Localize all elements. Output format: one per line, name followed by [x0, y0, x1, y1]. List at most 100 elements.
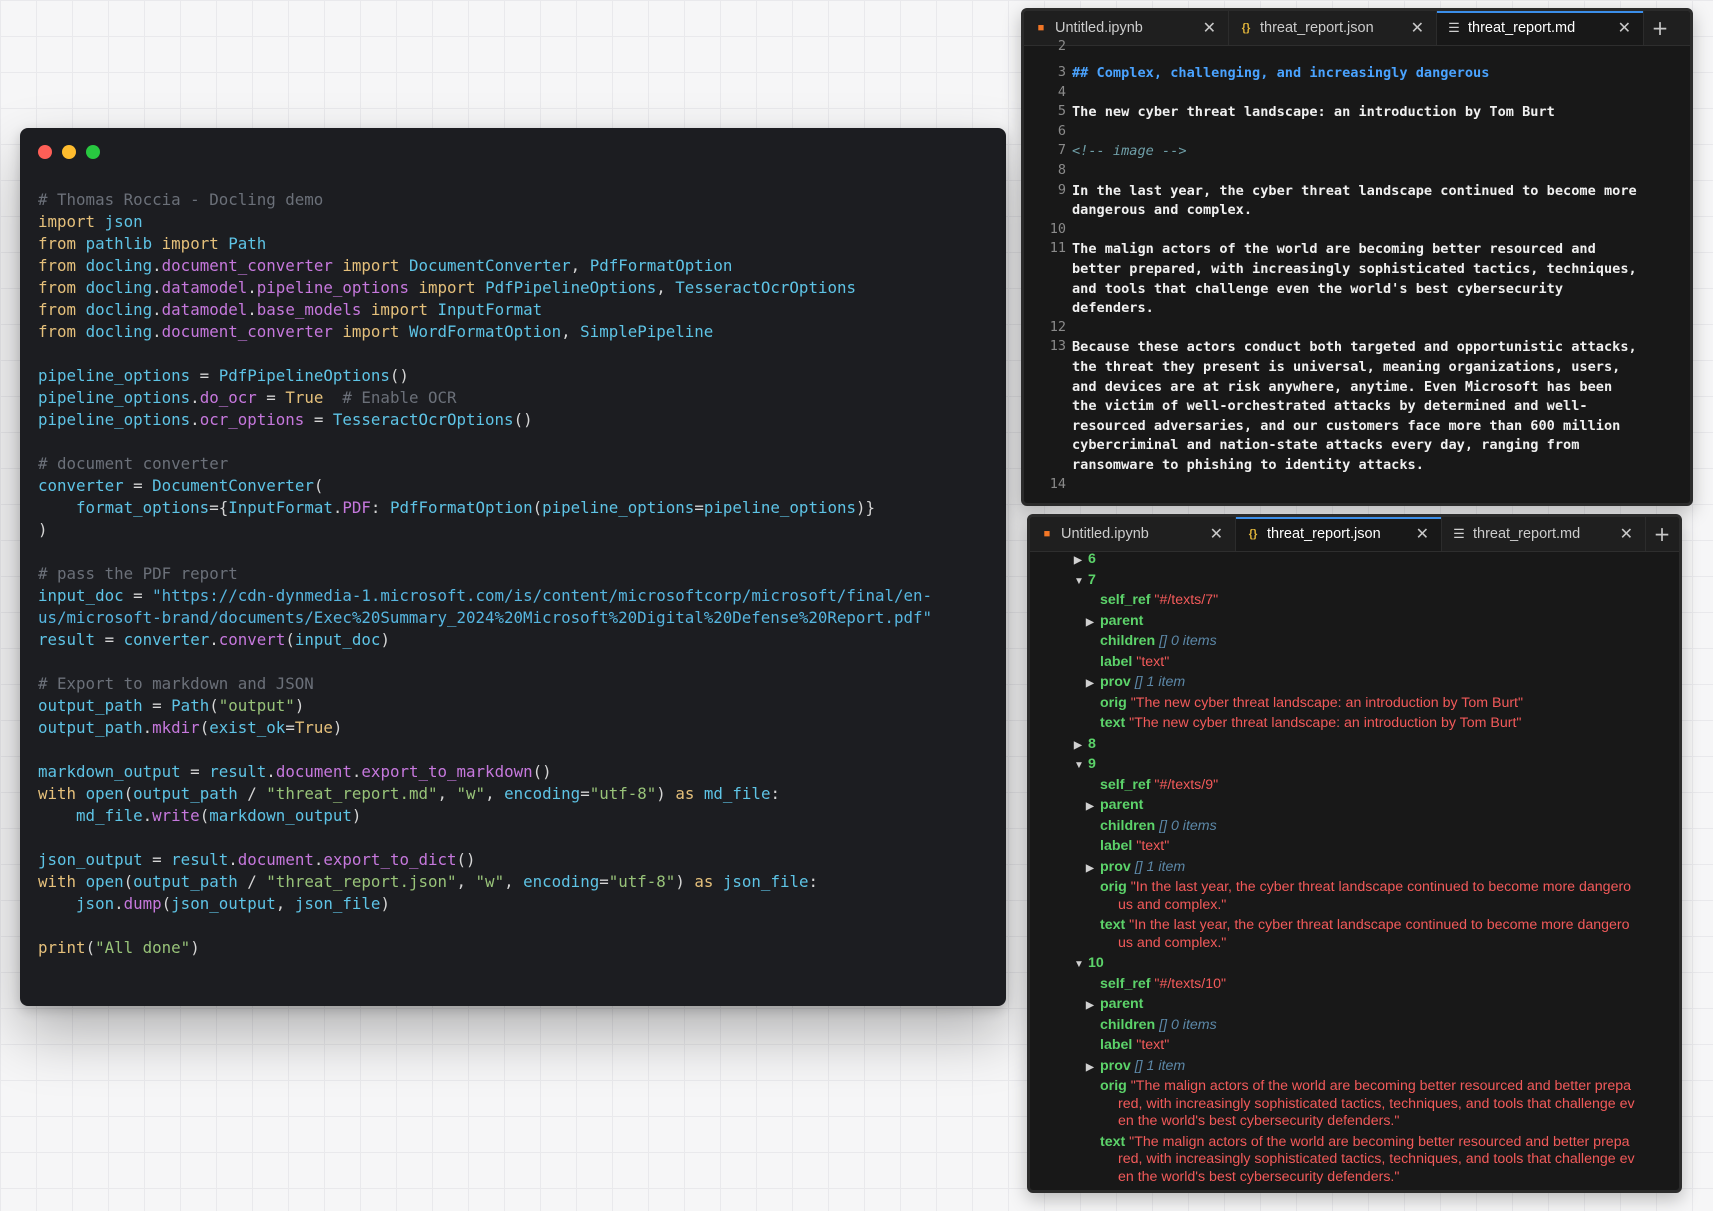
add-tab-button[interactable]: + — [1644, 11, 1676, 45]
add-tab-button[interactable]: + — [1646, 517, 1678, 551]
code-token: pipeline_options — [38, 410, 191, 429]
collapse-arrow-icon[interactable]: ▼ — [1074, 756, 1088, 776]
close-icon[interactable]: ✕ — [1411, 18, 1424, 38]
tab-untitled-ipynb[interactable]: ■ Untitled.ipynb ✕ — [1030, 517, 1236, 551]
tab-threat-report-md[interactable]: ☰ threat_report.md ✕ — [1437, 11, 1644, 45]
markdown-text: In the last year, the cyber threat lands… — [1072, 182, 1637, 199]
json-node: label "text" — [1086, 1035, 1169, 1055]
line-number: 4 — [1057, 83, 1066, 100]
json-key: prov — [1100, 1057, 1131, 1074]
code-token: ocr_options — [199, 410, 305, 429]
code-token: "threat_report.json" — [266, 872, 457, 891]
json-viewer-body[interactable]: ▶ 6 ▼ 7 self_ref "#/texts/7" ▶ parent children … — [1030, 551, 1679, 1190]
json-node[interactable]: ▶ parent — [1086, 994, 1143, 1016]
tab-threat-report-json[interactable]: {} threat_report.json ✕ — [1236, 517, 1442, 551]
json-array-meta: [] 0 items — [1155, 1016, 1217, 1033]
json-node[interactable]: ▶ 6 — [1074, 549, 1096, 571]
code-token: # document converter — [38, 454, 229, 473]
close-icon[interactable]: ✕ — [1210, 524, 1223, 544]
code-token: json_file — [294, 894, 381, 913]
expand-arrow-icon[interactable]: ▶ — [1086, 859, 1100, 879]
code-token: InputFormat — [228, 498, 333, 517]
json-node[interactable]: ▶ parent — [1086, 795, 1143, 817]
expand-arrow-icon[interactable]: ▶ — [1074, 736, 1088, 756]
code-token: InputFormat — [437, 300, 543, 319]
code-token: datamodel — [161, 278, 248, 297]
code-line: md_file.write(markdown_output) — [38, 805, 996, 827]
json-node[interactable]: ▼ 7 — [1074, 570, 1096, 592]
code-token: with — [38, 872, 77, 891]
code-token: = — [304, 410, 333, 429]
json-string-value: "In the last year, the cyber threat land… — [1125, 917, 1630, 933]
markdown-text: and devices are at risk anywhere, anytim… — [1072, 378, 1613, 395]
json-node[interactable]: ▼ 10 — [1074, 953, 1104, 975]
code-token: result — [209, 762, 267, 781]
code-token: base_models — [256, 300, 362, 319]
code-token: ( — [199, 718, 210, 737]
expand-arrow-icon[interactable]: ▶ — [1086, 996, 1100, 1016]
code-token: open — [85, 872, 124, 891]
code-token: from — [38, 322, 77, 341]
markdown-text: dangerous and complex. — [1072, 202, 1253, 219]
code-token: ( — [532, 498, 543, 517]
close-icon[interactable]: ✕ — [1618, 18, 1631, 38]
code-token: with — [38, 784, 77, 803]
markdown-editor-body[interactable]: 2 3 ## Complex, challenging, and increasi… — [1024, 38, 1690, 503]
code-token: Path — [171, 696, 210, 715]
code-line: with open(output_path / "threat_report.j… — [38, 871, 996, 893]
code-token: json — [104, 212, 143, 231]
code-token: Path — [228, 234, 267, 253]
json-key: parent — [1100, 612, 1144, 629]
json-node[interactable]: ▶ 8 — [1074, 734, 1096, 756]
code-token: convert — [218, 630, 286, 649]
expand-arrow-icon[interactable]: ▶ — [1086, 797, 1100, 817]
json-string-value: "#/texts/7" — [1150, 592, 1219, 608]
json-string-value: "The malign actors of the world are beco… — [1125, 1133, 1630, 1150]
code-block[interactable]: # Thomas Roccia - Docling demo import jso… — [38, 189, 996, 959]
collapse-arrow-icon[interactable]: ▼ — [1074, 955, 1088, 975]
code-token: output_path — [133, 784, 238, 803]
json-node[interactable]: ▼ 9 — [1074, 754, 1096, 776]
json-node[interactable]: ▶ prov [] 1 item — [1086, 1056, 1185, 1078]
code-token: ( — [313, 476, 324, 495]
close-window-button[interactable] — [38, 145, 52, 159]
json-node[interactable]: ▶ prov [] 1 item — [1086, 857, 1185, 879]
markdown-icon: ☰ — [1453, 526, 1465, 541]
json-node[interactable]: ▶ parent — [1086, 611, 1143, 633]
code-token: : — [770, 784, 780, 803]
code-token: () — [456, 850, 476, 869]
tab-threat-report-md[interactable]: ☰ threat_report.md ✕ — [1442, 517, 1646, 551]
minimize-window-button[interactable] — [62, 145, 76, 159]
code-token: ) — [380, 630, 390, 649]
zoom-window-button[interactable] — [86, 145, 100, 159]
expand-arrow-icon[interactable]: ▶ — [1086, 613, 1100, 633]
code-token: json_output — [171, 894, 276, 913]
json-string-continuation: en the world's best cybersecurity defend… — [1118, 1168, 1400, 1185]
code-token: result — [38, 630, 96, 649]
close-icon[interactable]: ✕ — [1203, 18, 1216, 38]
json-node[interactable]: ▶ prov [] 1 item — [1086, 672, 1185, 694]
expand-arrow-icon[interactable]: ▶ — [1086, 1058, 1100, 1078]
code-token: output_path — [133, 872, 238, 891]
code-token: converter — [123, 630, 210, 649]
code-token: / — [237, 784, 267, 803]
collapse-arrow-icon[interactable]: ▼ — [1074, 572, 1088, 592]
tab-threat-report-json[interactable]: {} threat_report.json ✕ — [1229, 11, 1437, 45]
json-key: orig — [1100, 879, 1127, 895]
close-icon[interactable]: ✕ — [1416, 524, 1429, 544]
code-token: = — [123, 586, 153, 605]
close-icon[interactable]: ✕ — [1620, 524, 1633, 544]
json-key: parent — [1100, 996, 1144, 1012]
expand-arrow-icon[interactable]: ▶ — [1074, 551, 1088, 571]
code-token: document — [275, 762, 352, 781]
code-token: from — [38, 278, 77, 297]
line-number: 3 — [1057, 64, 1066, 80]
expand-arrow-icon[interactable]: ▶ — [1086, 674, 1100, 694]
